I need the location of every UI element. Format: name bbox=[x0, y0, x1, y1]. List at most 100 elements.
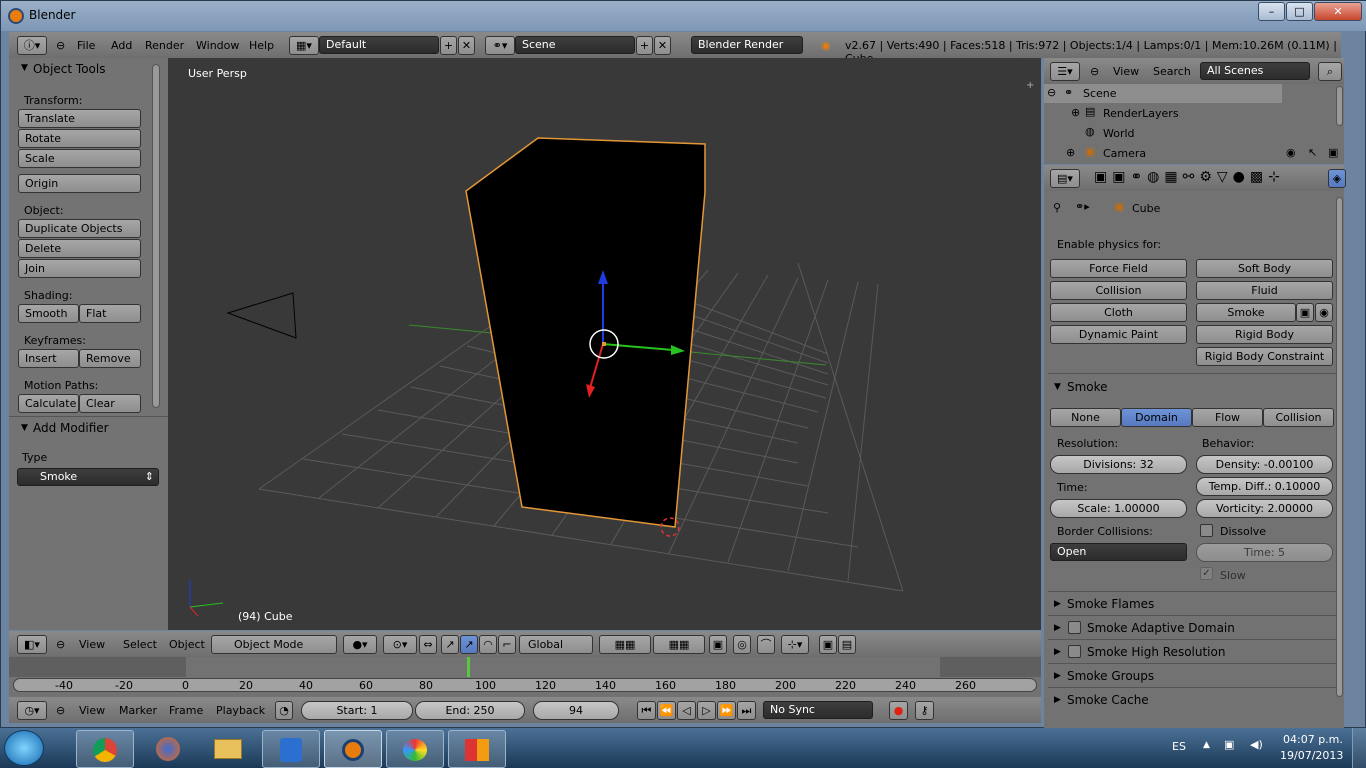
editor-type-button[interactable]: ◧▾ bbox=[17, 635, 47, 654]
collapse-icon[interactable]: ⊖ bbox=[56, 39, 65, 52]
chrome-taskbar-icon[interactable] bbox=[76, 730, 134, 768]
smoke-type-flow[interactable]: Flow bbox=[1192, 408, 1263, 427]
editor-type-button[interactable]: ☰▾ bbox=[1050, 62, 1080, 81]
outliner-item-renderlayers[interactable]: RenderLayers bbox=[1103, 107, 1179, 120]
menu-object[interactable]: Object bbox=[169, 638, 205, 651]
tray-arrow-icon[interactable]: ▲ bbox=[1203, 740, 1210, 750]
scene-icon[interactable]: ⚭▾ bbox=[485, 36, 515, 55]
layers-grid[interactable]: ▦▦ bbox=[653, 635, 705, 654]
translate-manip-icon[interactable]: ↗ bbox=[441, 635, 459, 654]
dynamic-paint-button[interactable]: Dynamic Paint bbox=[1050, 325, 1187, 344]
clock-time[interactable]: 04:07 p.m. bbox=[1283, 733, 1343, 746]
high-resolution-checkbox[interactable] bbox=[1068, 645, 1081, 658]
camera-icon[interactable]: ▣ bbox=[1296, 303, 1314, 322]
properties-scrollbar[interactable] bbox=[1336, 197, 1343, 697]
outliner-filter-dropdown[interactable]: All Scenes bbox=[1200, 62, 1310, 80]
render-engine-dropdown[interactable]: Blender Render bbox=[691, 36, 803, 54]
play-icon[interactable]: ▷ bbox=[697, 701, 716, 720]
network-app-taskbar-icon[interactable] bbox=[262, 730, 320, 768]
scale-manip-icon[interactable]: ⌐ bbox=[498, 635, 516, 654]
eye-icon[interactable]: ◉ bbox=[1315, 303, 1333, 322]
jump-start-icon[interactable]: ⏮ bbox=[637, 701, 656, 720]
duplicate-objects-button[interactable]: Duplicate Objects bbox=[18, 219, 141, 238]
preview-range-icon[interactable]: ◔ bbox=[275, 701, 293, 720]
paint-taskbar-icon[interactable] bbox=[386, 730, 444, 768]
rotate-manip-icon[interactable]: ↗ bbox=[460, 635, 478, 654]
render-anim-icon[interactable]: ▤ bbox=[838, 635, 856, 654]
start-frame-field[interactable]: Start: 1 bbox=[301, 701, 413, 720]
rigid-body-constraint-button[interactable]: Rigid Body Constraint bbox=[1196, 347, 1333, 366]
add-screen-button[interactable]: + bbox=[440, 36, 457, 55]
remove-scene-button[interactable]: ✕ bbox=[654, 36, 671, 55]
smoke-type-collision[interactable]: Collision bbox=[1263, 408, 1334, 427]
blender-taskbar-icon[interactable] bbox=[324, 730, 382, 768]
smoke-high-resolution-panel[interactable]: Smoke High Resolution bbox=[1087, 645, 1225, 659]
shading-dropdown[interactable]: ●▾ bbox=[343, 635, 377, 654]
editor-type-button[interactable]: ▤▾ bbox=[1050, 169, 1080, 188]
vorticity-field[interactable]: Vorticity: 2.00000 bbox=[1196, 499, 1333, 518]
start-button[interactable] bbox=[4, 730, 44, 766]
keying-set-icon[interactable]: ⚷ bbox=[915, 701, 934, 720]
render-icon[interactable]: ▣ bbox=[819, 635, 837, 654]
volume-tray-icon[interactable]: ◀) bbox=[1250, 738, 1263, 751]
timeline[interactable] bbox=[9, 657, 1041, 697]
clear-button[interactable]: Clear bbox=[79, 394, 141, 413]
editor-type-button[interactable]: ◷▾ bbox=[17, 701, 47, 720]
menu-playback[interactable]: Playback bbox=[216, 704, 265, 717]
menu-render[interactable]: Render bbox=[145, 39, 184, 52]
physics-tab-icon[interactable]: ◈ bbox=[1328, 169, 1346, 188]
scene-field[interactable]: Scene bbox=[515, 36, 635, 54]
expand-triangle-icon[interactable]: ▶ bbox=[1054, 623, 1061, 633]
divisions-field[interactable]: Divisions: 32 bbox=[1050, 455, 1187, 474]
add-region-icon[interactable]: + bbox=[1026, 80, 1034, 91]
timeline-scrollbar[interactable] bbox=[13, 678, 1037, 692]
play-reverse-icon[interactable]: ◁ bbox=[677, 701, 696, 720]
rigid-body-button[interactable]: Rigid Body bbox=[1196, 325, 1333, 344]
flat-button[interactable]: Flat bbox=[79, 304, 141, 323]
pin-icon[interactable]: ⚲ bbox=[1053, 201, 1061, 214]
smoke-type-domain[interactable]: Domain bbox=[1121, 408, 1192, 427]
editor-type-button[interactable]: ⓘ▾ bbox=[17, 36, 47, 55]
close-button[interactable]: ✕ bbox=[1314, 2, 1362, 21]
context-tab-icons[interactable]: ▣▣⚭◍▦⚯⚙▽●▩⊹ bbox=[1094, 169, 1285, 185]
viewport-3d[interactable]: User Persp (94) Cube + bbox=[168, 58, 1041, 630]
show-desktop-button[interactable] bbox=[1352, 728, 1366, 768]
clock-date[interactable]: 19/07/2013 bbox=[1280, 749, 1343, 762]
smooth-button[interactable]: Smooth bbox=[18, 304, 79, 323]
translate-button[interactable]: Translate bbox=[18, 109, 141, 128]
jump-end-icon[interactable]: ⏭ bbox=[737, 701, 756, 720]
collapse-icon[interactable]: ⊖ bbox=[56, 704, 65, 717]
border-collisions-dropdown[interactable]: Open bbox=[1050, 543, 1187, 561]
manipulator-toggle[interactable]: ⇔ bbox=[419, 635, 437, 654]
outliner-scrollbar[interactable] bbox=[1336, 86, 1343, 126]
sync-dropdown[interactable]: No Sync bbox=[763, 701, 873, 719]
lock-layer-icon[interactable]: ▣ bbox=[709, 635, 727, 654]
proportional-edit-icon[interactable]: ◎ bbox=[733, 635, 751, 654]
camera-object[interactable] bbox=[226, 292, 297, 339]
menu-view[interactable]: View bbox=[79, 704, 105, 717]
add-scene-button[interactable]: + bbox=[636, 36, 653, 55]
insert-keyframe-button[interactable]: Insert bbox=[18, 349, 79, 368]
current-frame-field[interactable]: 94 bbox=[533, 701, 619, 720]
pivot-dropdown[interactable]: ⊙▾ bbox=[383, 635, 417, 654]
collapse-triangle-icon[interactable]: ▼ bbox=[21, 423, 28, 433]
expand-triangle-icon[interactable]: ▶ bbox=[1054, 671, 1061, 681]
outliner-item-scene[interactable]: Scene bbox=[1083, 87, 1117, 100]
cloth-button[interactable]: Cloth bbox=[1050, 303, 1187, 322]
jump-keyframe-back-icon[interactable]: ⏪ bbox=[657, 701, 676, 720]
mode-dropdown[interactable]: Object Mode bbox=[211, 635, 337, 654]
remove-keyframe-button[interactable]: Remove bbox=[79, 349, 141, 368]
expand-icon[interactable]: ⊖ bbox=[1047, 86, 1056, 99]
collision-button[interactable]: Collision bbox=[1050, 281, 1187, 300]
menu-frame[interactable]: Frame bbox=[169, 704, 203, 717]
smoke-flames-panel[interactable]: Smoke Flames bbox=[1067, 597, 1154, 611]
menu-window[interactable]: Window bbox=[196, 39, 239, 52]
current-frame-marker[interactable] bbox=[467, 657, 470, 677]
expand-icon[interactable]: ⊕ bbox=[1071, 106, 1080, 119]
force-field-button[interactable]: Force Field bbox=[1050, 259, 1187, 278]
cube-object[interactable] bbox=[465, 137, 706, 528]
temp-diff-field[interactable]: Temp. Diff.: 0.10000 bbox=[1196, 477, 1333, 496]
eye-icon[interactable]: ◉ bbox=[1286, 146, 1296, 159]
calculate-button[interactable]: Calculate bbox=[18, 394, 79, 413]
snap-icon[interactable]: ⌒ bbox=[757, 635, 775, 654]
